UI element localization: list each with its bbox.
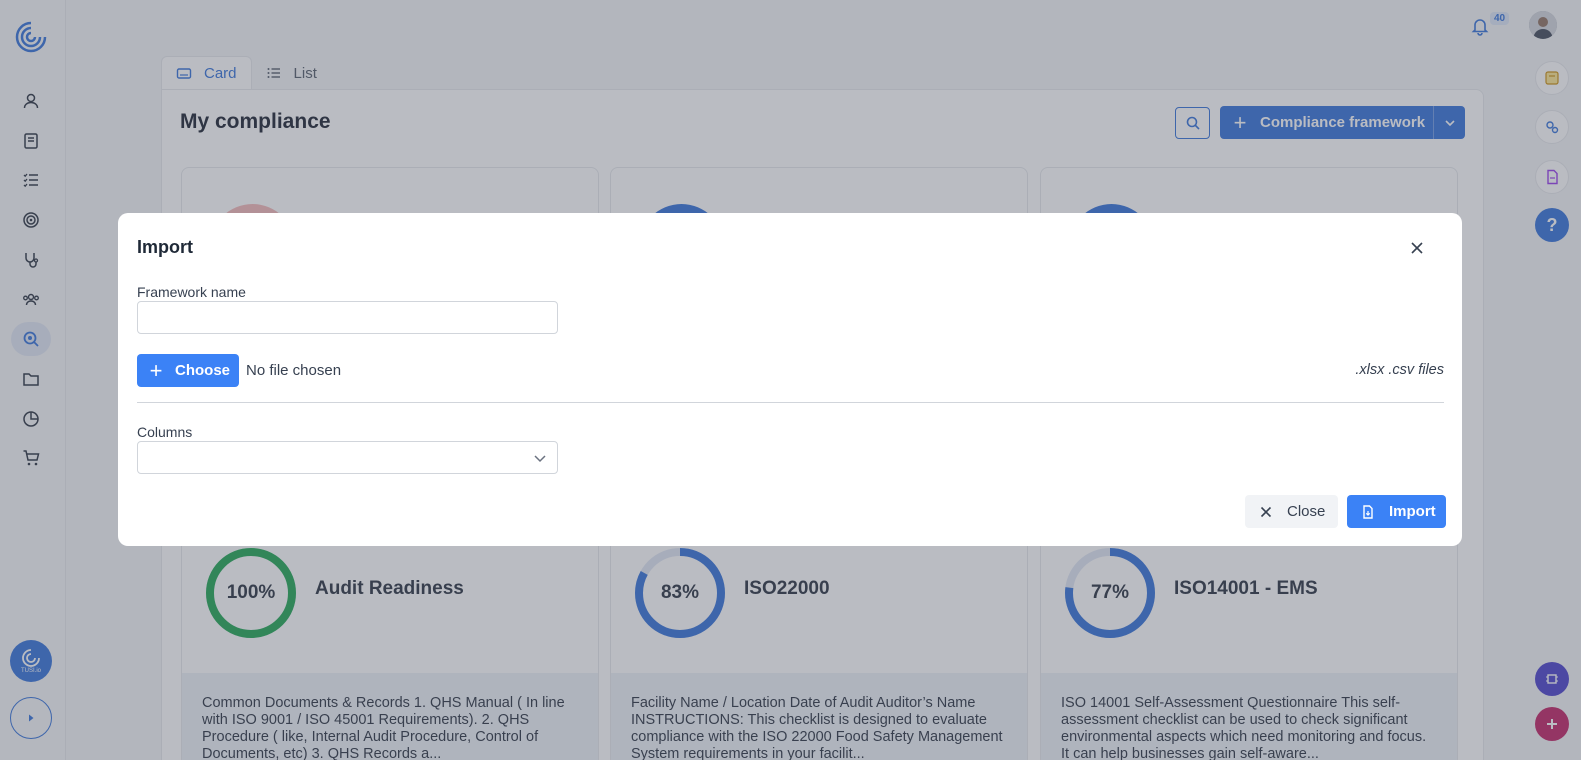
plus-icon: + [149,357,163,383]
file-type-hint: .xlsx .csv files [1355,362,1444,378]
import-button-label: Import [1389,503,1436,520]
close-button[interactable]: Close [1245,495,1338,528]
file-import-icon [1347,504,1389,519]
import-dialog: Import Framework name + Choose No file c… [118,213,1462,546]
columns-select[interactable] [137,441,558,474]
dialog-close-button[interactable] [1407,238,1427,258]
framework-name-input[interactable] [137,301,558,334]
close-button-label: Close [1287,503,1326,520]
choose-file-button[interactable]: + Choose [137,354,239,387]
no-file-text: No file chosen [246,362,342,379]
chevron-down-icon [534,455,546,463]
close-icon [1411,242,1423,254]
dialog-title: Import [137,237,193,257]
choose-file-label: Choose [175,362,231,379]
divider [137,402,1444,403]
import-button[interactable]: Import [1347,495,1446,528]
columns-label: Columns [137,424,193,440]
framework-name-label: Framework name [137,284,246,300]
close-icon [1245,506,1287,518]
